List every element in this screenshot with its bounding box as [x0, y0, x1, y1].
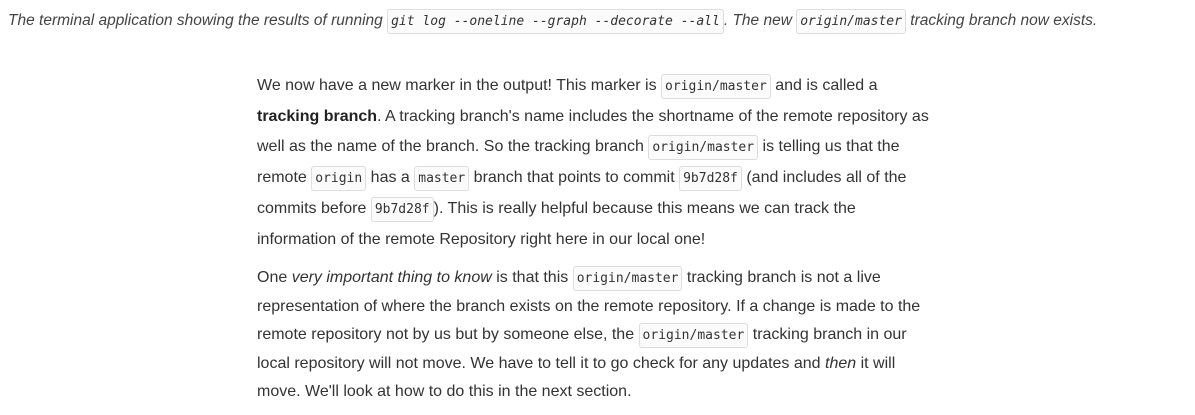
inline-code-origin-master: origin/master	[661, 74, 771, 99]
inline-code-origin: origin	[311, 166, 367, 191]
paragraph-text: is that this	[491, 269, 573, 286]
inline-code-commit-sha: 9b7d28f	[679, 166, 742, 191]
paragraph-text: We now have a new marker in the output! …	[257, 77, 662, 94]
caption-text: tracking branch now exists.	[905, 12, 1098, 29]
inline-code-origin-master: origin/master	[796, 9, 906, 34]
article-body: We now have a new marker in the output! …	[257, 71, 937, 406]
inline-code-origin-master: origin/master	[572, 266, 683, 291]
paragraph-text: One	[257, 269, 292, 286]
inline-code-git-log-command: git log --oneline --graph --decorate --a…	[387, 9, 724, 34]
caption-text: The terminal application showing the res…	[8, 12, 388, 29]
bold-term-tracking-branch: tracking branch	[257, 108, 378, 125]
inline-code-origin-master: origin/master	[638, 323, 749, 348]
figure-caption: The terminal application showing the res…	[8, 8, 1188, 35]
inline-code-origin-master: origin/master	[648, 135, 759, 160]
emphasis-text: very important thing to know	[291, 269, 492, 286]
inline-code-master: master	[414, 166, 470, 191]
paragraph-text: has a	[366, 169, 415, 186]
paragraph-tracking-branch-caveat: One very important thing to know is that…	[257, 264, 937, 406]
emphasis-text: then	[825, 355, 857, 372]
caption-text: . The new	[723, 12, 797, 29]
paragraph-text: and is called a	[770, 77, 878, 94]
paragraph-text: branch that points to commit	[469, 169, 680, 186]
inline-code-commit-sha: 9b7d28f	[370, 197, 434, 222]
paragraph-tracking-branch-intro: We now have a new marker in the output! …	[257, 71, 937, 255]
